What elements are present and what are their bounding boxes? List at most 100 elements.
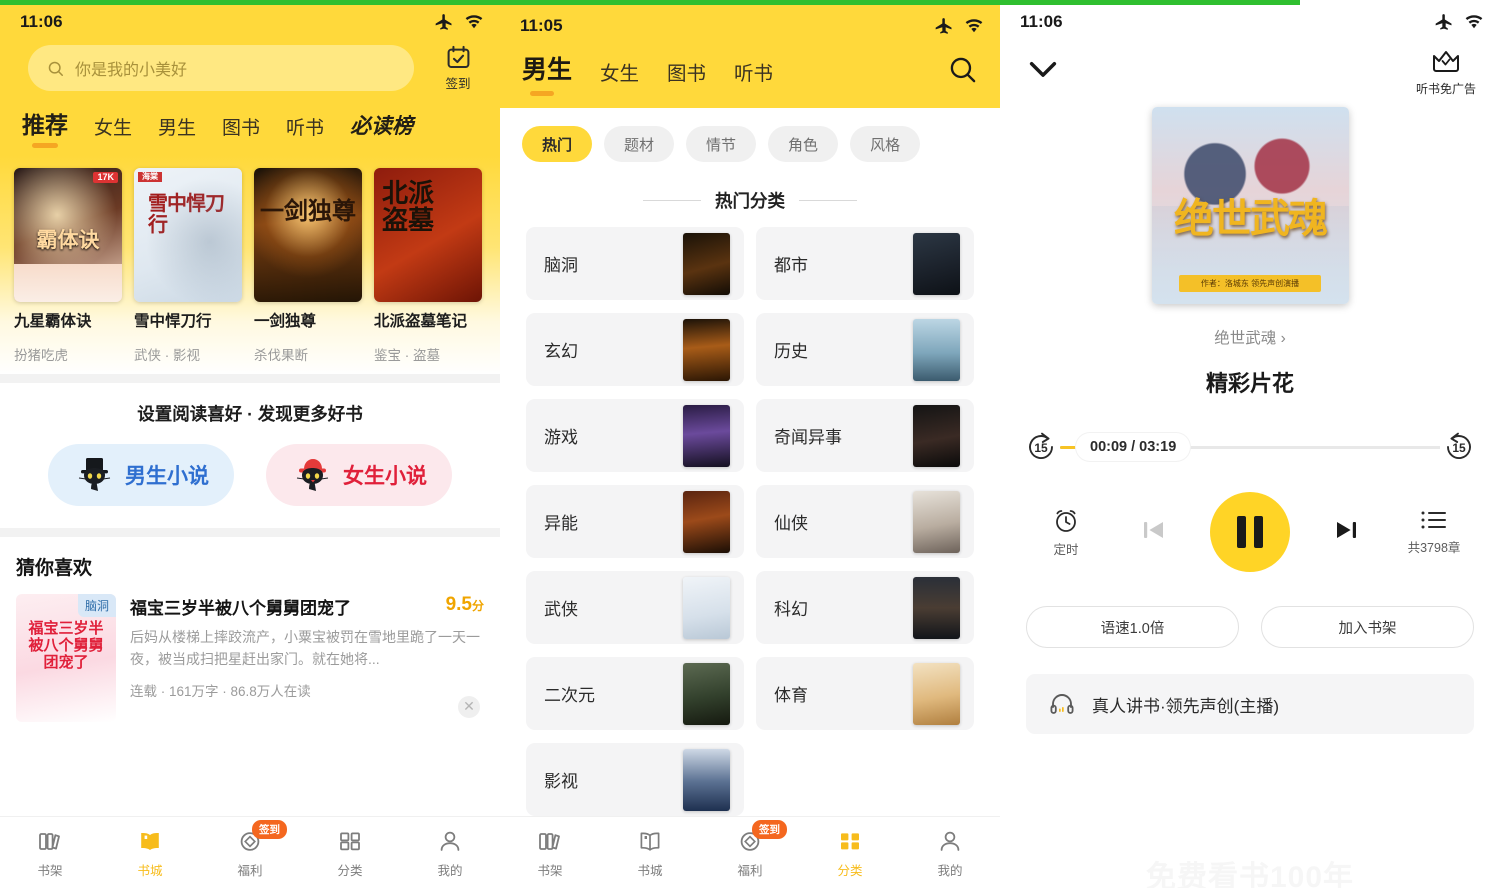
search-row: 你是我的小美好 签到 — [0, 38, 500, 100]
play-pause-button[interactable] — [1210, 492, 1290, 572]
replay-15-icon: 15 — [1024, 430, 1058, 464]
category-label: 都市 — [774, 251, 808, 276]
category-grid: 脑洞 都市 玄幻 历史 游戏 奇闻异事 — [500, 223, 1000, 816]
category-tag: 脑洞 — [78, 594, 116, 617]
tab-audiobooks[interactable]: 听书 — [734, 57, 773, 98]
sleep-timer-button[interactable]: 定时 — [1034, 506, 1098, 558]
category-card-xuanhuan[interactable]: 玄幻 — [526, 313, 744, 386]
category-label: 武侠 — [544, 595, 578, 620]
narrator-banner[interactable]: 真人讲书·领先声创(主播) — [1026, 674, 1474, 734]
tab-books[interactable]: 图书 — [667, 57, 706, 98]
category-card-yingshi[interactable]: 影视 — [526, 743, 744, 816]
home-tab-bar: 推荐 女生 男生 图书 听书 必读榜 — [0, 100, 500, 150]
forward-amount: 15 — [1452, 441, 1466, 455]
progress-row: 15 00:09 / 03:19 15 — [1000, 430, 1500, 464]
book-card[interactable]: 一剑独尊 一剑独尊 杀伐果断 — [254, 168, 362, 364]
forward-15-button[interactable]: 15 — [1442, 430, 1476, 464]
grid-icon — [336, 827, 364, 855]
open-book-icon — [136, 827, 164, 855]
chip-plot[interactable]: 情节 — [686, 126, 756, 162]
playback-speed-button[interactable]: 语速1.0倍 — [1026, 606, 1239, 648]
status-badge: 签到 — [252, 820, 287, 839]
next-track-button[interactable] — [1329, 513, 1363, 552]
transport-controls: 定时 共3798章 — [1000, 492, 1500, 572]
album-art[interactable]: 绝世武魂 作者：洛城东 领先声创演播 — [1152, 107, 1349, 304]
recording-indicator-strip — [0, 0, 500, 5]
category-card-qiwenyishi[interactable]: 奇闻异事 — [756, 399, 974, 472]
chip-theme[interactable]: 题材 — [604, 126, 674, 162]
category-card-youxi[interactable]: 游戏 — [526, 399, 744, 472]
nav-item-welfare[interactable]: 签到 福利 — [700, 827, 800, 879]
male-novels-button[interactable]: 男生小说 — [48, 444, 234, 506]
nav-item-profile[interactable]: 我的 — [900, 827, 1000, 879]
nav-item-category[interactable]: 分类 — [800, 827, 900, 879]
category-card-kehuan[interactable]: 科幻 — [756, 571, 974, 644]
category-card-tiyu[interactable]: 体育 — [756, 657, 974, 730]
book-title: 九星霸体诀 — [14, 312, 122, 332]
nav-item-bookstore[interactable]: 书城 — [100, 827, 200, 879]
chip-hot[interactable]: 热门 — [522, 126, 592, 162]
category-card-yineng[interactable]: 异能 — [526, 485, 744, 558]
nav-item-profile[interactable]: 我的 — [400, 827, 500, 879]
tab-female[interactable]: 女生 — [600, 57, 639, 98]
nav-item-bookstore[interactable]: 书城 — [600, 827, 700, 879]
close-icon[interactable]: ✕ — [458, 696, 480, 718]
category-thumbnail — [913, 491, 960, 553]
previous-track-button[interactable] — [1137, 513, 1171, 552]
tab-books[interactable]: 图书 — [222, 113, 260, 150]
category-card-xianxia[interactable]: 仙侠 — [756, 485, 974, 558]
tab-audiobooks[interactable]: 听书 — [286, 113, 324, 150]
tab-male[interactable]: 男生 — [158, 113, 196, 150]
book-subtitle: 鉴宝 · 盗墓 — [374, 344, 482, 364]
tab-male[interactable]: 男生 — [522, 50, 572, 98]
book-card[interactable]: 海棠 雪中悍刀行 雪中悍刀行 武侠 · 影视 — [134, 168, 242, 364]
female-novels-button[interactable]: 女生小说 — [266, 444, 452, 506]
category-card-naodong[interactable]: 脑洞 — [526, 227, 744, 300]
add-to-bookshelf-button[interactable]: 加入书架 — [1261, 606, 1474, 648]
category-card-dushi[interactable]: 都市 — [756, 227, 974, 300]
tab-female[interactable]: 女生 — [94, 113, 132, 150]
book-title: 一剑独尊 — [254, 312, 362, 332]
category-label: 体育 — [774, 681, 808, 706]
tab-must-read-rank[interactable]: 必读榜 — [350, 110, 413, 150]
nav-label: 福利 — [237, 860, 262, 879]
chapter-list-button[interactable]: 共3798章 — [1402, 508, 1466, 556]
cat-tophat-icon — [73, 453, 117, 497]
list-item-body: 福宝三岁半被八个舅舅团宠了 9.5分 后妈从楼梯上摔跤流产，小粟宝被罚在雪地里跪… — [130, 594, 484, 722]
signin-button[interactable]: 签到 — [430, 44, 486, 92]
category-card-wuxia[interactable]: 武侠 — [526, 571, 744, 644]
category-tab-bar: 男生 女生 图书 听书 — [500, 42, 1000, 98]
section-divider — [0, 528, 500, 537]
category-card-lishi[interactable]: 历史 — [756, 313, 974, 386]
narrator-label: 真人讲书·领先声创(主播) — [1092, 692, 1279, 717]
chip-style[interactable]: 风格 — [850, 126, 920, 162]
nav-label: 书架 — [537, 860, 562, 879]
book-row: 17K 霸体诀 九星霸体诀 扮猪吃虎 海棠 雪中悍刀行 雪中悍刀行 武侠 · 影… — [14, 168, 486, 364]
player-action-buttons: 语速1.0倍 加入书架 — [1000, 606, 1500, 648]
rewind-15-button[interactable]: 15 — [1024, 430, 1058, 464]
book-title: 福宝三岁半被八个舅舅团宠了 — [130, 594, 351, 619]
album-author-line: 作者：洛城东 领先声创演播 — [1179, 275, 1321, 292]
book-card[interactable]: 17K 霸体诀 九星霸体诀 扮猪吃虎 — [14, 168, 122, 364]
book-subtitle: 武侠 · 影视 — [134, 344, 242, 364]
category-card-erciyuan[interactable]: 二次元 — [526, 657, 744, 730]
search-button[interactable] — [947, 54, 978, 98]
collapse-button[interactable] — [1022, 48, 1064, 95]
score-unit: 分 — [472, 599, 484, 613]
tab-recommend[interactable]: 推荐 — [22, 106, 68, 150]
chip-character[interactable]: 角色 — [768, 126, 838, 162]
nav-item-bookshelf[interactable]: 书架 — [500, 827, 600, 879]
ad-free-button[interactable]: 听书免广告 — [1416, 48, 1476, 97]
book-name-link[interactable]: 绝世武魂 › — [1000, 326, 1500, 348]
progress-slider[interactable]: 00:09 / 03:19 — [1060, 446, 1440, 449]
category-label: 历史 — [774, 337, 808, 362]
watermark-text: 免费看书100年 — [1000, 852, 1500, 888]
panel-bookstore-home: 11:06 你是我的小美好 — [0, 0, 500, 888]
nav-item-category[interactable]: 分类 — [300, 827, 400, 879]
search-input[interactable]: 你是我的小美好 — [28, 45, 414, 91]
book-card[interactable]: 北派盗墓 北派盗墓笔记 鉴宝 · 盗墓 — [374, 168, 482, 364]
nav-item-bookshelf[interactable]: 书架 — [0, 827, 100, 879]
nav-item-welfare[interactable]: 签到 福利 — [200, 827, 300, 879]
book-cover: 一剑独尊 — [254, 168, 362, 302]
list-item[interactable]: 福宝三岁半被八个舅舅团宠了 脑洞 福宝三岁半被八个舅舅团宠了 9.5分 后妈从楼… — [16, 594, 484, 722]
